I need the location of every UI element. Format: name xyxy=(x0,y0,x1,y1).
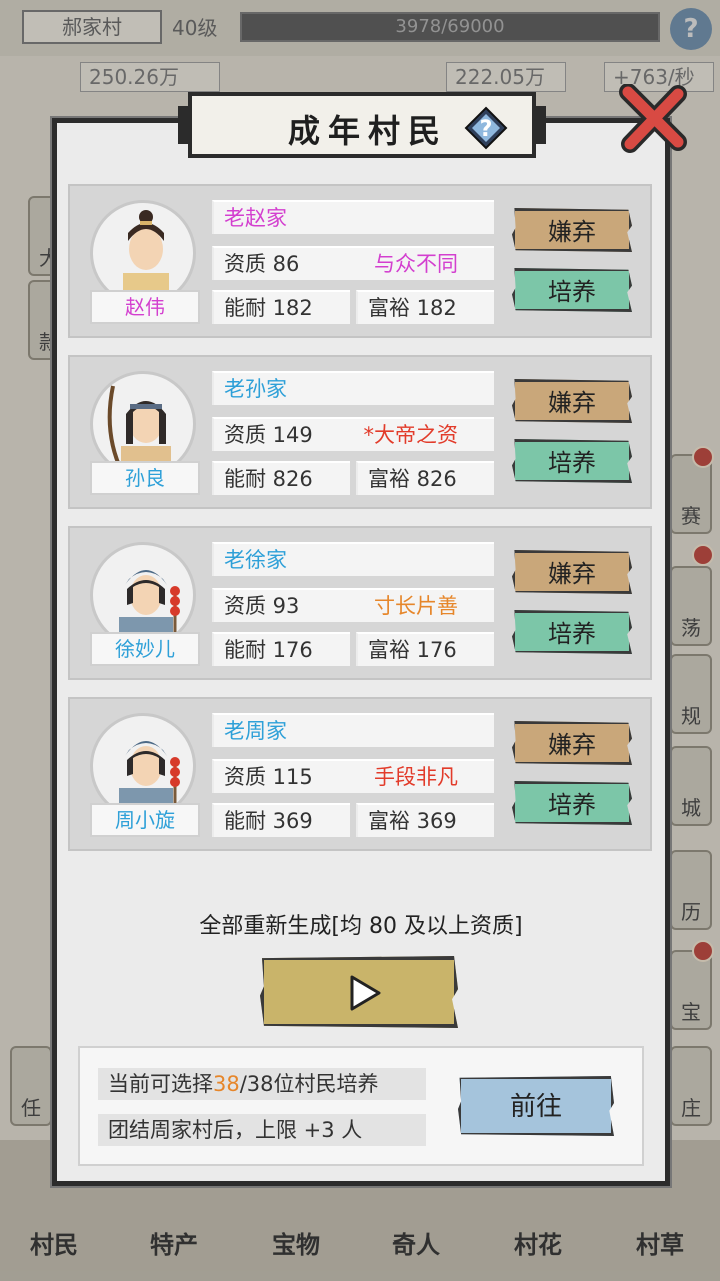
villager-name: 徐妙儿 xyxy=(90,632,200,666)
villager-name: 赵伟 xyxy=(90,290,200,324)
villager-family: 老赵家 xyxy=(212,200,494,234)
capacity-suffix: /38位村民培养 xyxy=(239,1072,379,1096)
abandon-button[interactable]: 嫌弃 xyxy=(512,379,632,423)
play-icon xyxy=(350,975,381,1011)
abandon-button[interactable]: 嫌弃 xyxy=(512,550,632,594)
villager-card: 徐妙儿 老徐家 资质 93 寸长片善 能耐 176 富裕 176 嫌弃 培养 xyxy=(68,526,652,680)
regenerate-label: 全部重新生成[均 80 及以上资质] xyxy=(199,914,523,939)
villager-ability: 能耐 176 xyxy=(212,632,350,666)
villager-wealth: 富裕 176 xyxy=(356,632,494,666)
villager-name: 孙良 xyxy=(90,461,200,495)
villager-family: 老孙家 xyxy=(212,371,494,405)
villager-trait: *大帝之资 xyxy=(363,423,459,447)
villager-quality: 资质 115 手段非凡 xyxy=(212,759,494,793)
villager-quality: 资质 86 与众不同 xyxy=(212,246,494,280)
train-button[interactable]: 培养 xyxy=(512,268,632,312)
capacity-count: 38 xyxy=(213,1072,240,1096)
quality-value: 资质 149 xyxy=(224,423,313,447)
regenerate-video-button[interactable] xyxy=(260,956,458,1028)
villager-wealth: 富裕 182 xyxy=(356,290,494,324)
abandon-button[interactable]: 嫌弃 xyxy=(512,208,632,252)
capacity-prefix: 当前可选择 xyxy=(108,1072,213,1096)
quality-value: 资质 93 xyxy=(224,594,300,618)
close-icon[interactable] xyxy=(618,84,688,154)
villager-ability: 能耐 826 xyxy=(212,461,350,495)
villager-trait: 与众不同 xyxy=(374,252,458,276)
villager-card: 赵伟 老赵家 资质 86 与众不同 能耐 182 富裕 182 嫌弃 培养 xyxy=(68,184,652,338)
help-icon[interactable]: ? xyxy=(464,106,508,150)
capacity-line: 当前可选择38/38位村民培养 xyxy=(98,1068,426,1100)
villager-ability: 能耐 182 xyxy=(212,290,350,324)
train-button[interactable]: 培养 xyxy=(512,439,632,483)
villager-name: 周小旋 xyxy=(90,803,200,837)
villager-wealth: 富裕 826 xyxy=(356,461,494,495)
quality-value: 资质 86 xyxy=(224,252,300,276)
villager-family: 老徐家 xyxy=(212,542,494,576)
villager-wealth: 富裕 369 xyxy=(356,803,494,837)
dialog-title: 成年村民 xyxy=(288,112,449,150)
capacity-info-box: 当前可选择38/38位村民培养 团结周家村后，上限 +3 人 前往 xyxy=(78,1046,644,1166)
villager-trait: 寸长片善 xyxy=(374,594,458,618)
dialog-title-plaque: 成年村民 ? xyxy=(178,92,546,158)
villager-card: 周小旋 老周家 资质 115 手段非凡 能耐 369 富裕 369 嫌弃 培养 xyxy=(68,697,652,851)
train-button[interactable]: 培养 xyxy=(512,781,632,825)
villager-family: 老周家 xyxy=(212,713,494,747)
abandon-button[interactable]: 嫌弃 xyxy=(512,721,632,765)
villager-trait: 手段非凡 xyxy=(374,765,458,789)
unlock-hint: 团结周家村后，上限 +3 人 xyxy=(98,1114,426,1146)
villager-quality: 资质 149 *大帝之资 xyxy=(212,417,494,451)
go-button[interactable]: 前往 xyxy=(458,1076,614,1136)
train-button[interactable]: 培养 xyxy=(512,610,632,654)
quality-value: 资质 115 xyxy=(224,765,313,789)
villager-card: 孙良 老孙家 资质 149 *大帝之资 能耐 826 富裕 826 嫌弃 培养 xyxy=(68,355,652,509)
villager-ability: 能耐 369 xyxy=(212,803,350,837)
svg-text:?: ? xyxy=(480,117,493,142)
villager-quality: 资质 93 寸长片善 xyxy=(212,588,494,622)
